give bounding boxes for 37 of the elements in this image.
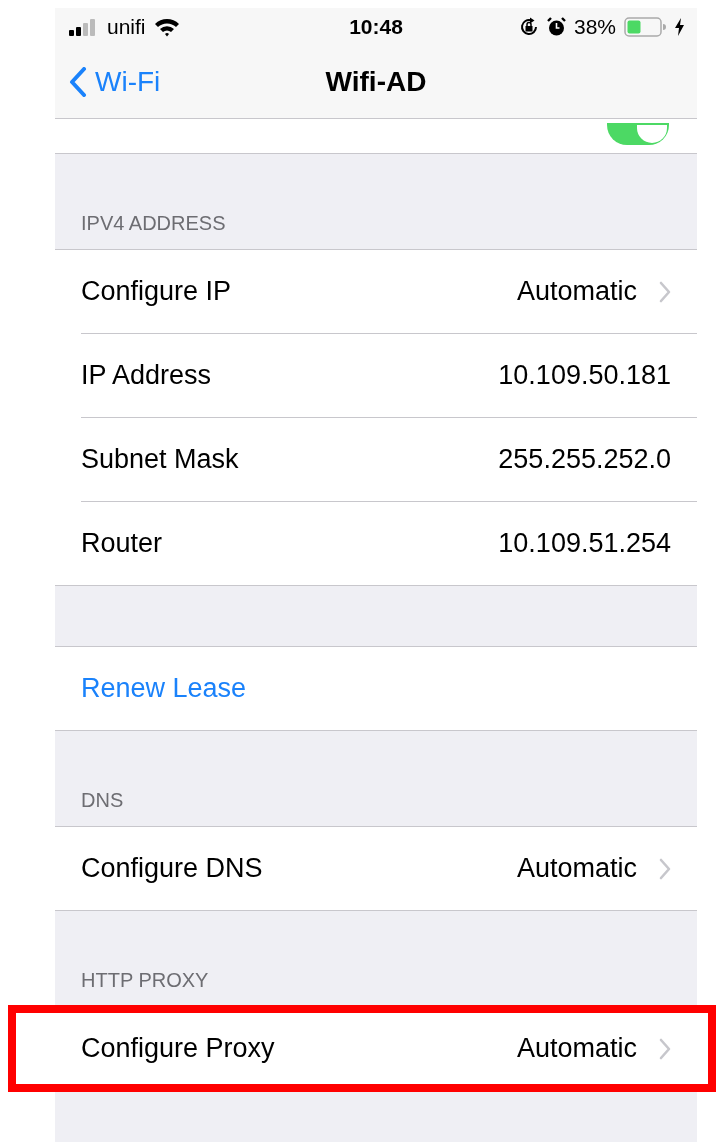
row-value: Automatic	[516, 853, 637, 884]
row-value: 255.255.252.0	[498, 444, 671, 475]
chevron-right-icon	[659, 857, 671, 880]
row-value: Automatic	[516, 1033, 637, 1064]
row-action-link[interactable]: Renew Lease	[81, 673, 247, 704]
row-value: 10.109.51.254	[498, 528, 671, 559]
row-label: Configure DNS	[81, 853, 264, 884]
row-label: Configure Proxy	[81, 1033, 276, 1064]
settings-row[interactable]: Renew Lease	[55, 647, 697, 730]
chevron-right-icon	[659, 280, 671, 303]
section-header: IPV4 ADDRESS	[80, 212, 226, 236]
row-label: IP Address	[81, 360, 213, 391]
row-label: Router	[81, 528, 164, 559]
page-title: Wifi-AD	[325, 66, 427, 98]
settings-row[interactable]: IP Address 10.109.50.181	[81, 333, 697, 417]
row-label: Configure IP	[81, 276, 233, 307]
row-value: Automatic	[516, 276, 637, 307]
wifi-icon	[153, 17, 180, 37]
chevron-left-icon	[69, 67, 87, 97]
battery-icon	[624, 17, 666, 37]
row-label: Subnet Mask	[81, 444, 240, 475]
row-value: 10.109.50.181	[498, 360, 671, 391]
auto-join-toggle[interactable]	[607, 123, 669, 145]
settings-row[interactable]: Configure DNS Automatic	[55, 827, 697, 910]
settings-row[interactable]: Configure IP Automatic	[55, 250, 697, 333]
battery-percentage: 38%	[573, 15, 616, 39]
section-header: DNS	[80, 789, 124, 813]
settings-row[interactable]: Subnet Mask 255.255.252.0	[81, 417, 697, 501]
settings-row[interactable]: Router 10.109.51.254	[81, 501, 697, 585]
chevron-right-icon	[659, 1037, 671, 1060]
charging-bolt-icon	[674, 18, 685, 36]
settings-row[interactable]: Configure Proxy Automatic	[55, 1007, 697, 1090]
alarm-icon	[546, 17, 566, 37]
carrier-name: unifi	[107, 15, 146, 39]
section-header: HTTP PROXY	[80, 969, 209, 993]
rotation-lock-icon	[518, 17, 539, 37]
clock-time: 10:48	[349, 15, 403, 39]
